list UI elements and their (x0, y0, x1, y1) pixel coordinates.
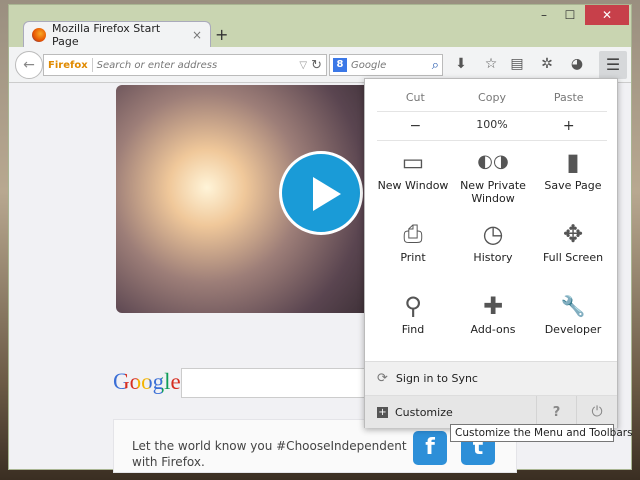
search-bar[interactable]: 8 Google ⌕ (329, 54, 443, 76)
close-window-button[interactable]: ✕ (585, 5, 629, 25)
reload-icon[interactable]: ↻ (311, 58, 322, 73)
download-icon[interactable]: ⬇ (451, 56, 471, 72)
main-menu-panel: Cut Copy Paste − 100% + ▭ New Window ◐◑ Ne… (364, 78, 618, 428)
fullscreen-icon: ✥ (562, 220, 584, 248)
gear-icon[interactable]: ✲ (537, 56, 557, 72)
item-label: Find (401, 323, 425, 336)
find-button[interactable]: ⚲ Find (373, 289, 453, 349)
mask-icon: ◐◑ (477, 151, 509, 172)
item-label: Full Screen (542, 251, 604, 264)
item-label: Developer (544, 323, 602, 336)
item-label: Save Page (544, 179, 602, 192)
google-engine-icon[interactable]: 8 (333, 58, 347, 72)
divider (91, 58, 93, 72)
printer-icon: ⎙ (403, 220, 423, 248)
quit-icon[interactable]: ⏻ (577, 404, 617, 420)
sign-in-sync-button[interactable]: ⟳ Sign in to Sync (365, 361, 617, 395)
identity-label[interactable]: Firefox (48, 60, 88, 71)
full-screen-button[interactable]: ✥ Full Screen (533, 217, 613, 277)
google-logo: Google (113, 369, 181, 395)
save-page-button[interactable]: ▮ Save Page (533, 145, 613, 205)
share-text-2: with Firefox. (132, 455, 205, 469)
developer-button[interactable]: 🔧 Developer (533, 289, 613, 349)
zoom-in-button[interactable]: + (530, 118, 607, 134)
tooltip: Customize the Menu and Toolbars (450, 424, 633, 442)
paste-button[interactable]: Paste (530, 91, 607, 104)
item-label: History (473, 251, 513, 264)
magnifier-icon: ⚲ (404, 292, 422, 320)
plus-icon: + (377, 406, 388, 418)
maximize-button[interactable]: ☐ (557, 5, 583, 25)
print-button[interactable]: ⎙ Print (373, 217, 453, 277)
url-bar[interactable]: Firefox Search or enter address ▽ ↻ (43, 54, 327, 76)
url-input[interactable]: Search or enter address (97, 60, 296, 71)
tab-start-page[interactable]: Mozilla Firefox Start Page × (23, 21, 211, 48)
firefox-icon (32, 28, 46, 42)
window-icon: ▭ (401, 148, 425, 176)
item-label: Add-ons (470, 323, 516, 336)
bookmarks-menu-icon[interactable]: ▤ (507, 56, 527, 72)
cut-button[interactable]: Cut (377, 91, 454, 104)
hamburger-menu-button[interactable]: ☰ (599, 51, 627, 79)
minimize-button[interactable]: – (531, 5, 557, 25)
history-icon[interactable]: ◕ (567, 56, 587, 72)
search-input[interactable]: Google (351, 60, 428, 71)
item-label: Print (400, 251, 426, 264)
puzzle-icon: ✚ (482, 292, 504, 320)
item-label: New Window (377, 179, 449, 192)
search-icon[interactable]: ⌕ (432, 58, 439, 73)
new-tab-button[interactable]: + (215, 25, 228, 44)
back-button[interactable]: ← (15, 51, 43, 79)
zoom-controls: − 100% + (377, 111, 607, 141)
dropmarker-icon[interactable]: ▽ (299, 60, 307, 71)
google-logo-text: Google (113, 369, 181, 394)
google-search-input[interactable] (181, 368, 381, 398)
zoom-reset-button[interactable]: 100% (454, 118, 531, 134)
menu-grid: ▭ New Window ◐◑ New Private Window ▮ Save P… (373, 145, 613, 349)
wrench-icon: 🔧 (560, 294, 586, 318)
history-button[interactable]: ◷ History (453, 217, 533, 277)
item-label: New Private Window (460, 179, 526, 205)
copy-button[interactable]: Copy (454, 91, 531, 104)
play-icon[interactable] (279, 151, 363, 235)
zoom-out-button[interactable]: − (377, 118, 454, 134)
page-icon: ▮ (566, 148, 580, 176)
tab-close-icon[interactable]: × (192, 28, 202, 42)
facebook-icon[interactable]: f (413, 431, 447, 465)
customize-label: Customize (395, 405, 453, 419)
new-window-button[interactable]: ▭ New Window (373, 145, 453, 205)
clock-icon: ◷ (482, 220, 504, 248)
sync-icon: ⟳ (377, 371, 388, 386)
sync-label: Sign in to Sync (395, 372, 478, 385)
tab-title: Mozilla Firefox Start Page (52, 22, 161, 48)
new-private-window-button[interactable]: ◐◑ New Private Window (453, 145, 533, 205)
bookmark-star-icon[interactable]: ☆ (481, 56, 501, 72)
add-ons-button[interactable]: ✚ Add-ons (453, 289, 533, 349)
edit-controls: Cut Copy Paste (377, 91, 607, 104)
